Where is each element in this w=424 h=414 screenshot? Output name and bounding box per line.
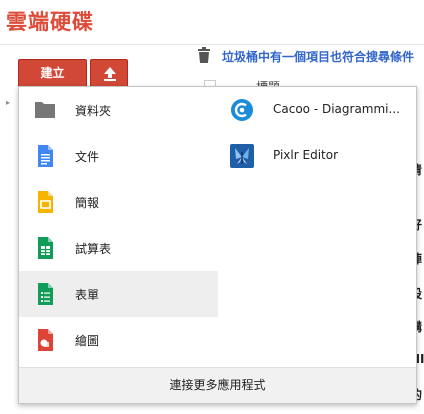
expand-arrow-icon[interactable]: ▸ bbox=[6, 98, 10, 107]
cacoo-icon bbox=[231, 99, 253, 121]
menu-item-pixlr[interactable]: Pixlr Editor bbox=[218, 133, 417, 179]
create-menu: 資料夾 文件 簡報 試算表 表單 繪圖 Cacoo - Diagrammi...… bbox=[18, 86, 417, 404]
folder-icon bbox=[35, 102, 55, 118]
trash-icon bbox=[198, 47, 210, 63]
header-divider bbox=[0, 44, 424, 45]
menu-item-forms[interactable]: 表單 bbox=[19, 271, 218, 317]
pixlr-icon bbox=[230, 144, 254, 168]
menu-item-label: Cacoo - Diagrammi... bbox=[273, 102, 400, 116]
menu-item-label: Pixlr Editor bbox=[273, 148, 339, 162]
menu-item-label: 繪圖 bbox=[75, 334, 100, 348]
menu-item-slides[interactable]: 簡報 bbox=[19, 179, 218, 225]
forms-icon bbox=[38, 283, 53, 305]
menu-item-label: 簡報 bbox=[75, 196, 100, 210]
menu-item-label: 試算表 bbox=[75, 242, 112, 256]
upload-button[interactable] bbox=[90, 59, 128, 88]
slides-icon bbox=[38, 191, 53, 213]
upload-icon bbox=[104, 67, 116, 81]
trash-notice-link[interactable]: 垃圾桶中有一個項目也符合搜尋條件 bbox=[222, 48, 414, 65]
app-title: 雲端硬碟 bbox=[6, 10, 94, 34]
menu-item-docs[interactable]: 文件 bbox=[19, 133, 218, 179]
drawings-icon bbox=[38, 329, 53, 351]
create-button[interactable]: 建立 bbox=[18, 59, 87, 88]
connect-more-apps-link[interactable]: 連接更多應用程式 bbox=[19, 367, 416, 403]
sheets-icon bbox=[38, 237, 53, 259]
menu-item-label: 資料夾 bbox=[75, 104, 112, 118]
menu-item-label: 文件 bbox=[75, 150, 100, 164]
menu-item-drawings[interactable]: 繪圖 bbox=[19, 317, 218, 363]
menu-item-label: 表單 bbox=[75, 288, 100, 302]
menu-item-folder[interactable]: 資料夾 bbox=[19, 87, 218, 133]
docs-icon bbox=[38, 145, 53, 167]
menu-item-sheets[interactable]: 試算表 bbox=[19, 225, 218, 271]
menu-item-cacoo[interactable]: Cacoo - Diagrammi... bbox=[218, 87, 417, 133]
